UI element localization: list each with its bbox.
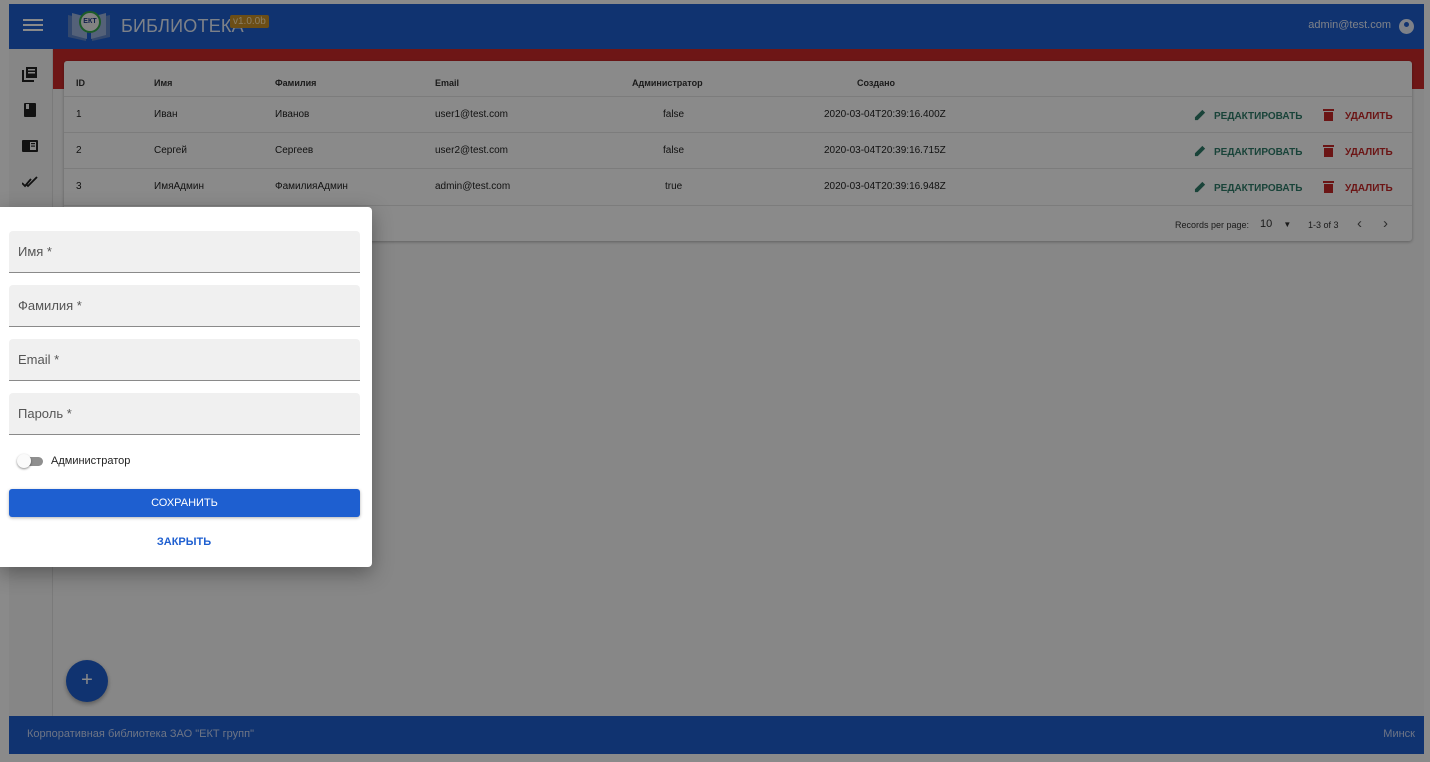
last-name-field[interactable]: Фамилия * xyxy=(9,285,364,328)
email-input[interactable] xyxy=(9,339,364,382)
last-name-input[interactable] xyxy=(9,285,364,328)
password-input[interactable] xyxy=(9,393,364,436)
close-button[interactable]: ЗАКРЫТЬ xyxy=(120,531,248,553)
email-field[interactable]: Email * xyxy=(9,339,364,382)
admin-toggle[interactable] xyxy=(17,454,43,468)
password-field[interactable]: Пароль * xyxy=(9,393,364,436)
add-user-dialog: Имя * Фамилия * Email * Пароль * Админис… xyxy=(0,207,372,567)
admin-toggle-label: Администратор xyxy=(51,455,131,467)
first-name-field[interactable]: Имя * xyxy=(9,231,364,274)
first-name-input[interactable] xyxy=(9,231,364,274)
save-button[interactable]: СОХРАНИТЬ xyxy=(9,489,360,517)
toggle-thumb xyxy=(17,454,31,468)
